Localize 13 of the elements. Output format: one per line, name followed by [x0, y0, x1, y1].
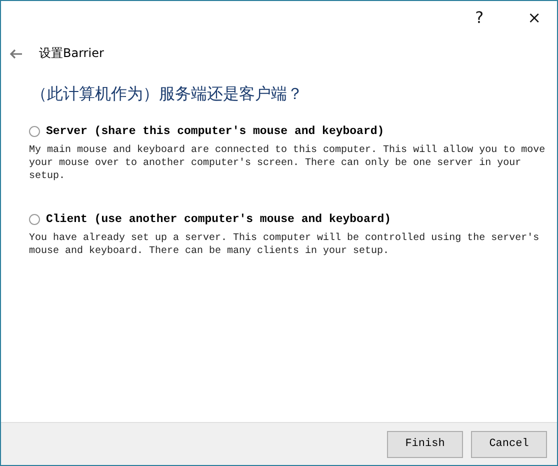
page-title: 设置Barrier — [39, 45, 104, 62]
option-label[interactable]: Client (use another computer's mouse and keyboard) — [46, 213, 392, 226]
close-button[interactable]: × — [524, 8, 545, 26]
option-description: My main mouse and keyboard are connected to this computer. This will allow you to move your mouse over to another computer's screen. There can only be one server in your setup. — [29, 144, 546, 183]
radio-button[interactable] — [29, 126, 40, 137]
back-arrow-icon[interactable] — [9, 48, 23, 58]
question-heading: （此计算机作为）服务端还是客户端？ — [31, 84, 304, 105]
radio-button[interactable] — [29, 214, 40, 225]
option-label[interactable]: Server (share this computer's mouse and keyboard) — [46, 125, 384, 138]
cancel-button[interactable]: Cancel — [471, 430, 547, 458]
help-button[interactable]: ? — [471, 8, 488, 26]
finish-button[interactable]: Finish — [387, 430, 463, 458]
option-description: You have already set up a server. This computer will be controlled using the server's mouse and keyboard. There can be many clients in your setup. — [29, 232, 540, 258]
